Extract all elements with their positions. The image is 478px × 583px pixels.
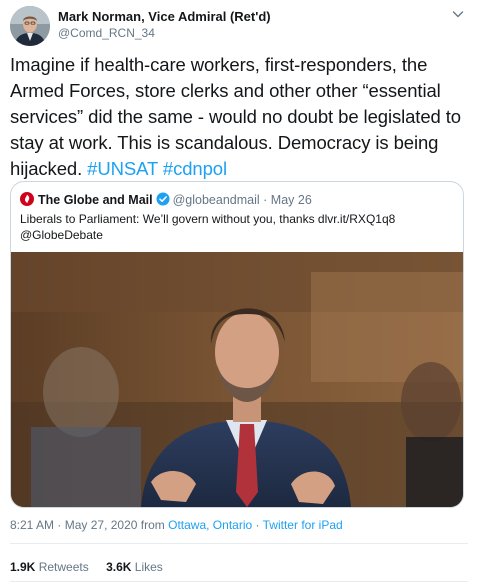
tweet-time[interactable]: 8:21 AM [10, 518, 54, 532]
quoted-author-handle: @globeandmail [172, 193, 260, 207]
chevron-down-icon[interactable] [450, 6, 466, 22]
avatar[interactable] [10, 6, 50, 46]
divider [10, 581, 468, 582]
retweets-count[interactable]: 1.9K [10, 560, 35, 574]
quoted-tweet-text: Liberals to Parliament: We’ll govern wit… [20, 212, 396, 242]
author-block: Mark Norman, Vice Admiral (Ret'd) @Comd_… [58, 9, 271, 41]
tweet-text: Imagine if health-care workers, first-re… [10, 52, 472, 182]
tweet-header: Mark Norman, Vice Admiral (Ret'd) @Comd_… [10, 6, 468, 46]
hashtag-link[interactable]: #UNSAT [87, 158, 158, 179]
separator-dot: · [255, 518, 260, 532]
globe-and-mail-logo-icon [20, 192, 34, 206]
quoted-tweet-card[interactable]: The Globe and Mail @globeandmail · May 2… [10, 181, 464, 508]
verified-badge-icon [156, 192, 170, 206]
likes-count[interactable]: 3.6K [106, 560, 131, 574]
retweets-label[interactable]: Retweets [39, 560, 89, 574]
source-link[interactable]: Twitter for iPad [263, 518, 343, 532]
quoted-author-name[interactable]: The Globe and Mail [38, 193, 153, 207]
quoted-tweet-date: May 26 [270, 193, 312, 207]
hashtag-link[interactable]: #cdnpol [163, 158, 227, 179]
quoted-tweet-header: The Globe and Mail @globeandmail · May 2… [20, 191, 312, 209]
tweet-timestamp: 8:21 AM · May 27, 2020 from Ottawa, Onta… [10, 517, 343, 533]
author-display-name[interactable]: Mark Norman, Vice Admiral (Ret'd) [58, 9, 271, 25]
tweet-body: Imagine if health-care workers, first-re… [10, 54, 461, 179]
separator-dot: · [263, 193, 268, 207]
tweet-stats: 1.9K Retweets 3.6K Likes [10, 559, 177, 575]
location-link[interactable]: Ottawa, Ontario [168, 518, 252, 532]
news-photo-icon[interactable] [11, 252, 463, 507]
author-handle[interactable]: @Comd_RCN_34 [58, 25, 271, 41]
separator-dot: · [57, 518, 62, 532]
profile-photo-icon [10, 6, 50, 46]
tweet-date[interactable]: May 27, 2020 [65, 518, 138, 532]
likes-label[interactable]: Likes [135, 560, 163, 574]
divider [10, 543, 468, 544]
from-label: from [140, 518, 165, 532]
